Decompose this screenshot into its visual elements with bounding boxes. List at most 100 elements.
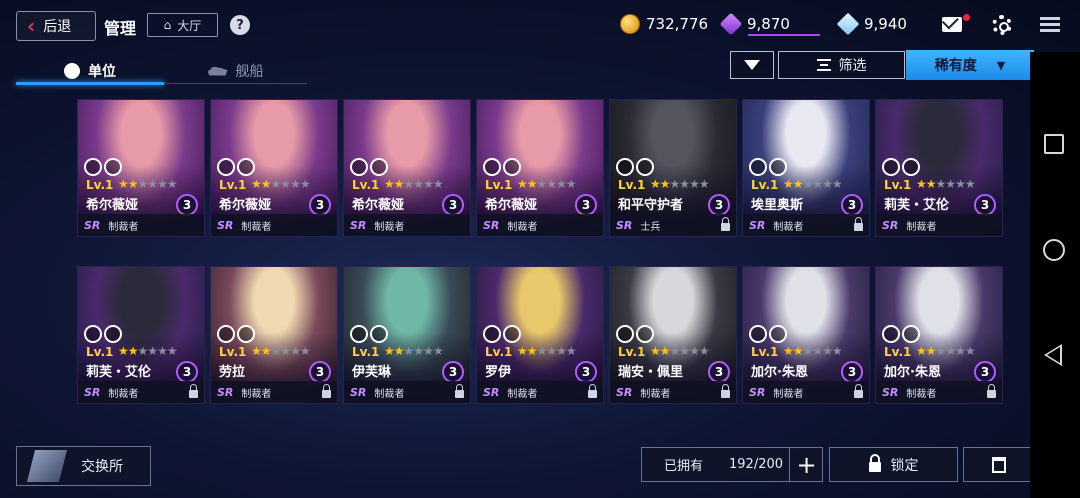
unit-level: Lv.1	[884, 178, 912, 192]
role-icon	[616, 158, 634, 176]
unit-info-bar: SR 士兵	[610, 214, 736, 236]
lobby-button[interactable]: ⌂ 大厅	[147, 13, 218, 37]
unit-card[interactable]: Lv.1 ★★★★★★ 希尔薇娅 3 SR 制裁者	[77, 99, 205, 237]
unit-card[interactable]: Lv.1 ★★★★★★ 加尔·朱恩 3 SR 制裁者	[742, 266, 870, 404]
unit-card[interactable]: Lv.1 ★★★★★★ 劳拉 3 SR 制裁者	[210, 266, 338, 404]
star-icon: ★	[812, 177, 823, 191]
tab-units[interactable]: 单位	[16, 58, 164, 84]
unit-count-badge: 3	[442, 361, 464, 383]
unit-card[interactable]: Lv.1 ★★★★★★ 希尔薇娅 3 SR 制裁者	[476, 99, 604, 237]
filter-button[interactable]: 筛选	[778, 51, 905, 79]
star-icon: ★	[423, 177, 434, 191]
unit-card[interactable]: Lv.1 ★★★★★★ 希尔薇娅 3 SR 制裁者	[343, 99, 471, 237]
star-icon: ★	[526, 344, 538, 358]
unit-card[interactable]: Lv.1 ★★★★★★ 和平守护者 3 SR 士兵	[609, 99, 737, 237]
crystal-counter[interactable]: 9,940	[836, 12, 907, 36]
help-button[interactable]: ?	[230, 15, 250, 35]
rarity-tag: SR	[350, 218, 367, 232]
role-icons	[616, 325, 654, 343]
star-icon: ★	[270, 177, 282, 191]
rarity-tag: SR	[84, 218, 101, 232]
unit-card[interactable]: Lv.1 ★★★★★★ 希尔薇娅 3 SR 制裁者	[210, 99, 338, 237]
role-icon	[370, 158, 388, 176]
unit-level: Lv.1	[618, 178, 646, 192]
unit-class: 制裁者	[773, 388, 804, 400]
star-rating: ★★★★★★	[251, 177, 311, 191]
role-icon	[636, 325, 654, 343]
role-icon	[749, 158, 767, 176]
sort-label: 稀有度	[934, 58, 977, 74]
star-icon: ★	[689, 344, 700, 358]
unit-level: Lv.1	[751, 178, 779, 192]
role-icon	[350, 158, 368, 176]
back-button[interactable]: ‹ 后退	[16, 11, 96, 41]
unit-card[interactable]: Lv.1 ★★★★★★ 埃里奥斯 3 SR 制裁者	[742, 99, 870, 237]
exchange-button[interactable]: 交换所	[16, 446, 151, 486]
coin-icon	[620, 14, 640, 34]
nav-back-icon[interactable]	[1044, 344, 1062, 366]
sort-dropdown[interactable]: 稀有度 ▼	[906, 50, 1034, 80]
filter-icon	[816, 59, 831, 71]
recent-apps-icon[interactable]	[1044, 134, 1064, 154]
gem-counter[interactable]: 9,870	[719, 12, 790, 36]
star-icon: ★	[565, 177, 577, 191]
unit-info-bar: SR 制裁者	[211, 381, 337, 403]
sort-order-button[interactable]	[730, 51, 774, 79]
back-label: 后退	[43, 19, 72, 35]
tab-ships[interactable]: 舰船	[164, 58, 307, 84]
gem-amount: 9,870	[747, 15, 790, 33]
coin-amount: 732,776	[646, 15, 709, 33]
star-rating: ★★★★★★	[517, 177, 577, 191]
star-icon: ★	[147, 177, 158, 191]
unit-icon	[64, 63, 80, 79]
unit-level: Lv.1	[219, 345, 247, 359]
star-icon: ★	[413, 344, 424, 358]
delete-button[interactable]	[963, 447, 1034, 482]
expand-capacity-button[interactable]: +	[789, 447, 823, 482]
unit-card[interactable]: Lv.1 ★★★★★★ 莉芙・艾伦 3 SR 制裁者	[77, 266, 205, 404]
role-icon	[237, 158, 255, 176]
android-nav-bar	[1030, 52, 1080, 498]
gear-icon[interactable]	[992, 15, 1012, 35]
role-icons	[84, 325, 122, 343]
unit-info-bar: SR 制裁者	[78, 214, 204, 236]
role-icons	[350, 158, 388, 176]
unit-count-badge: 3	[974, 194, 996, 216]
star-icon: ★	[556, 344, 567, 358]
unit-card[interactable]: Lv.1 ★★★★★★ 加尔·朱恩 3 SR 制裁者	[875, 266, 1003, 404]
star-icon: ★	[517, 177, 528, 191]
role-icon	[84, 158, 102, 176]
star-rating: ★★★★★★	[650, 177, 710, 191]
star-icon: ★	[812, 344, 823, 358]
star-icon: ★	[251, 177, 262, 191]
unit-name: 加尔·朱恩	[751, 365, 808, 380]
unit-info-bar: SR 制裁者	[477, 381, 603, 403]
home-circle-icon[interactable]	[1043, 239, 1065, 261]
star-icon: ★	[698, 344, 710, 358]
star-icon: ★	[831, 344, 843, 358]
star-icon: ★	[822, 177, 833, 191]
unit-card[interactable]: Lv.1 ★★★★★★ 罗伊 3 SR 制裁者	[476, 266, 604, 404]
unit-class: 制裁者	[108, 221, 139, 233]
unit-card[interactable]: Lv.1 ★★★★★★ 瑞安・佩里 3 SR 制裁者	[609, 266, 737, 404]
lock-button[interactable]: 锁定	[829, 447, 958, 482]
unit-name: 埃里奥斯	[751, 198, 804, 213]
unit-count-badge: 3	[309, 361, 331, 383]
mail-icon[interactable]	[942, 17, 962, 32]
star-icon: ★	[925, 344, 937, 358]
star-icon: ★	[792, 177, 804, 191]
star-icon: ★	[127, 344, 139, 358]
unit-name: 希尔薇娅	[485, 198, 538, 213]
menu-icon[interactable]	[1040, 17, 1060, 33]
unit-card[interactable]: Lv.1 ★★★★★★ 伊芙琳 3 SR 制裁者	[343, 266, 471, 404]
role-icon	[882, 325, 900, 343]
star-icon: ★	[517, 344, 528, 358]
star-icon: ★	[964, 177, 976, 191]
page-title: 管理	[104, 19, 137, 38]
unit-name: 瑞安・佩里	[618, 365, 684, 380]
unit-name: 伊芙琳	[352, 365, 392, 380]
unit-level: Lv.1	[884, 345, 912, 359]
star-icon: ★	[118, 177, 129, 191]
unit-count-badge: 3	[575, 194, 597, 216]
unit-card[interactable]: Lv.1 ★★★★★★ 莉芙・艾伦 3 SR 制裁者	[875, 99, 1003, 237]
